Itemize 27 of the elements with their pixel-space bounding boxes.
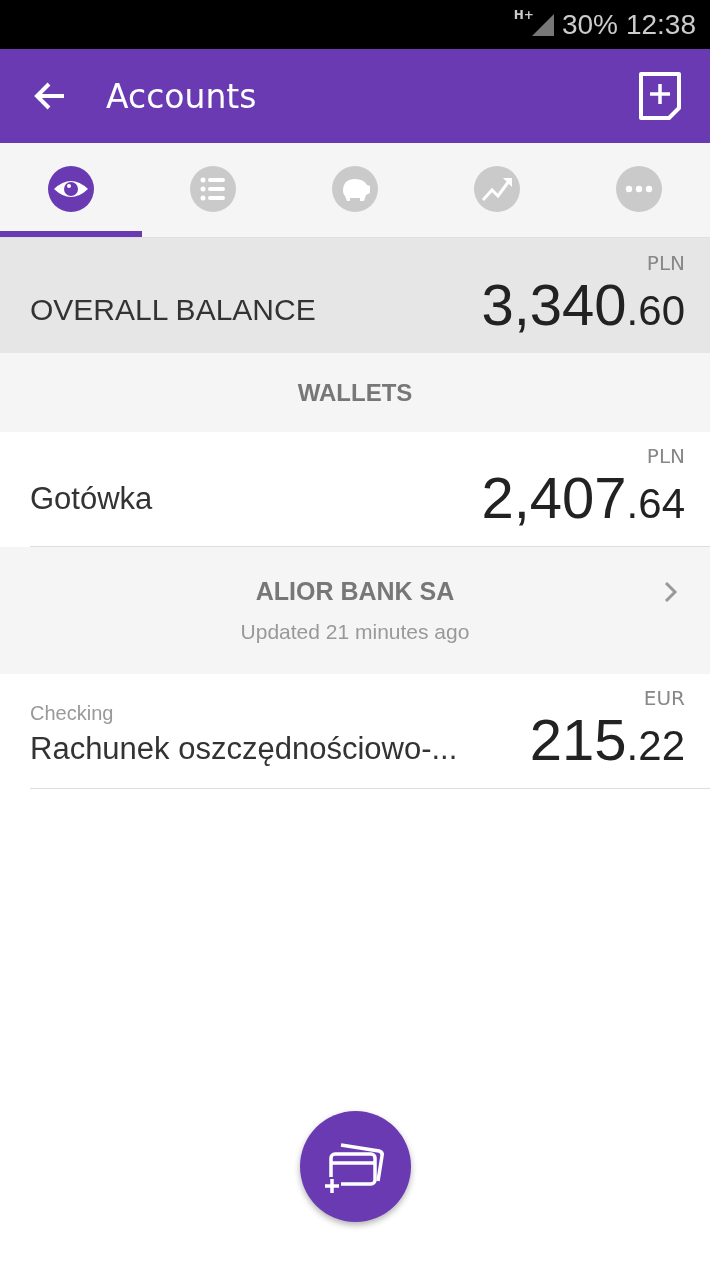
battery-percent: 30% <box>561 8 618 41</box>
currency-label: PLN <box>646 250 685 275</box>
account-type: Checking <box>30 701 115 725</box>
add-card-button[interactable] <box>300 1111 411 1222</box>
more-icon <box>615 165 663 213</box>
add-document-button[interactable] <box>638 71 682 121</box>
account-name: Gotówka <box>30 481 153 517</box>
currency-label: PLN <box>646 444 685 468</box>
bank-name: ALIOR BANK SA <box>255 577 455 606</box>
update-time: Updated 21 minutes ago <box>240 620 470 644</box>
trend-icon <box>473 165 521 213</box>
balance-amount: 3,340.60 <box>481 274 685 339</box>
piggy-bank-icon <box>331 165 379 213</box>
bank-row[interactable]: ALIOR BANK SA Updated 21 minutes ago <box>0 547 710 674</box>
account-amount: 2,407.64 <box>481 468 685 532</box>
list-icon <box>189 165 237 213</box>
currency-label: EUR <box>643 686 685 710</box>
signal-icon <box>531 13 554 36</box>
section-header: WALLETS <box>0 353 710 432</box>
eye-icon <box>47 165 95 213</box>
clock: 12:38 <box>625 8 696 41</box>
network-type: H+ <box>513 8 534 22</box>
balance-label: OVERALL BALANCE <box>30 292 316 327</box>
account-name: Rachunek oszczędnościowo-... <box>30 730 458 767</box>
screen-title: Accounts <box>106 76 257 116</box>
chevron-icon <box>664 581 678 603</box>
account-amount: 215.22 <box>529 710 685 774</box>
